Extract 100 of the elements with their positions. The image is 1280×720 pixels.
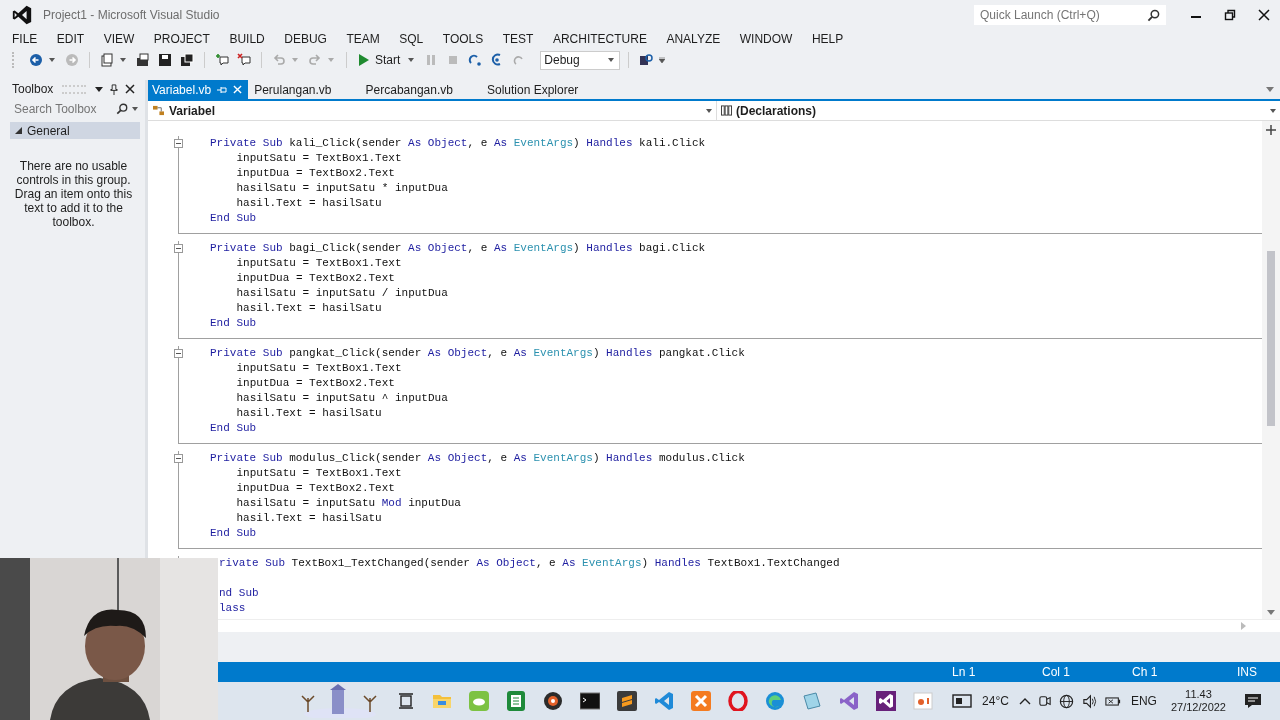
menu-item[interactable]: BUILD	[229, 32, 265, 46]
close-icon[interactable]	[1258, 9, 1270, 21]
dropdown-caret-icon	[608, 58, 615, 62]
back-icon[interactable]	[29, 53, 43, 67]
code-line: End Sub	[210, 422, 257, 434]
document-app-icon[interactable]	[505, 691, 526, 711]
save-all-icon[interactable]	[180, 53, 194, 67]
globe-icon[interactable]	[1058, 693, 1074, 709]
search-icon	[1147, 8, 1160, 22]
dropdown-caret-icon	[1270, 108, 1276, 113]
find-in-files-icon[interactable]	[639, 53, 654, 67]
collapse-icon[interactable]	[174, 454, 183, 463]
chevron-up-icon[interactable]	[1018, 697, 1031, 705]
text-editor-icon[interactable]	[616, 691, 637, 711]
menu-item[interactable]: TEAM	[346, 32, 380, 46]
overflow-caret-icon[interactable]	[659, 57, 666, 63]
step-over-icon[interactable]	[468, 53, 483, 67]
toolbar-grip[interactable]	[12, 52, 17, 68]
char-indicator: Ch 1	[1132, 665, 1159, 679]
weather-temperature[interactable]: 24°C	[982, 694, 1009, 708]
collapse-icon[interactable]	[174, 244, 183, 253]
notification-icon[interactable]	[1244, 693, 1262, 709]
browser-icon[interactable]	[764, 691, 785, 711]
news-widget-icon[interactable]	[952, 693, 973, 709]
tab-overflow-caret-icon[interactable]	[1266, 87, 1274, 92]
new-project-icon[interactable]	[100, 53, 114, 67]
class-icon	[152, 105, 165, 116]
menu-item[interactable]: SQL	[399, 32, 424, 46]
insert-mode-indicator: INS	[1237, 665, 1257, 679]
ring-browser-icon[interactable]	[727, 691, 748, 711]
menu-item[interactable]: ARCHITECTURE	[552, 32, 647, 46]
presentation-app-icon[interactable]	[912, 692, 933, 710]
camera-icon[interactable]	[1038, 694, 1051, 708]
dropdown-caret-icon[interactable]	[95, 86, 103, 92]
code-line: inputDua = TextBox2.Text	[236, 272, 395, 284]
ide-icon[interactable]	[875, 691, 896, 711]
code-line: lass	[219, 602, 246, 614]
save-icon[interactable]	[158, 53, 172, 67]
server-app-icon[interactable]	[690, 691, 711, 711]
collapse-icon[interactable]	[174, 349, 183, 358]
dropdown-caret-icon[interactable]	[120, 58, 126, 62]
expand-arrow-icon	[15, 127, 22, 134]
comment-icon[interactable]	[215, 53, 229, 67]
code-line: hasilSatu = inputSatu ^ inputDua	[236, 392, 448, 404]
document-tab[interactable]: Perulangan.vb	[250, 80, 338, 99]
input-language[interactable]: ENG	[1130, 694, 1157, 708]
members-icon	[721, 105, 732, 116]
code-line: Private Sub bagi_Click(sender As Object, e As EventArgs) Handles bagi.Click	[210, 242, 706, 254]
panel-title: Toolbox	[12, 82, 54, 96]
close-icon[interactable]	[125, 84, 135, 94]
toolbox-group-header[interactable]: General	[10, 122, 140, 139]
dropdown-caret-icon[interactable]	[408, 58, 415, 62]
restore-icon[interactable]	[1224, 9, 1236, 21]
task-view-icon[interactable]	[396, 692, 415, 710]
menu-item[interactable]: VIEW	[103, 32, 135, 46]
folder-icon[interactable]	[431, 692, 452, 710]
notepad-icon[interactable]	[801, 691, 822, 711]
dropdown-caret-icon[interactable]	[49, 58, 55, 62]
menu-item[interactable]: WINDOW	[739, 32, 793, 46]
pin-icon[interactable]	[110, 83, 118, 95]
scroll-down-icon[interactable]	[1267, 610, 1275, 615]
type-dropdown[interactable]: Variabel	[148, 101, 717, 120]
quick-launch-field[interactable]: Quick Launch (Ctrl+Q)	[974, 5, 1166, 25]
document-tab[interactable]: Solution Explorer	[482, 80, 585, 99]
menu-item[interactable]: DEBUG	[284, 32, 327, 46]
code-line: hasil.Text = hasilSatu	[236, 302, 382, 314]
menu-item[interactable]: PROJECT	[153, 32, 210, 46]
speaker-icon[interactable]	[1081, 693, 1097, 709]
split-icon[interactable]	[1266, 125, 1276, 135]
code-line: hasilSatu = inputSatu / inputDua	[236, 287, 448, 299]
document-tab[interactable]: Percabangan.vb	[361, 80, 459, 99]
member-dropdown[interactable]: (Declarations)	[717, 101, 1280, 120]
menu-item[interactable]: TOOLS	[442, 32, 484, 46]
code-line: End Sub	[210, 527, 257, 539]
open-file-icon[interactable]	[136, 53, 150, 67]
configuration-dropdown[interactable]: Debug	[540, 50, 621, 70]
menu-item[interactable]: FILE	[12, 32, 38, 46]
clock-time[interactable]: 11.43	[1185, 688, 1212, 701]
disc-icon[interactable]	[542, 691, 563, 711]
battery-icon[interactable]	[1104, 695, 1121, 707]
code-editor-icon[interactable]	[653, 691, 674, 711]
menu-item[interactable]: ANALYZE	[666, 32, 721, 46]
code-line: End Sub	[210, 317, 257, 329]
clock-date[interactable]: 27/12/2022	[1170, 701, 1226, 714]
panel-grip[interactable]	[62, 84, 86, 94]
line-indicator: Ln 1	[952, 665, 977, 679]
menu-item[interactable]: EDIT	[56, 32, 85, 46]
code-line: inputSatu = TextBox1.Text	[236, 257, 402, 269]
menu-item[interactable]: TEST	[502, 32, 534, 46]
scrollbar-thumb[interactable]	[1267, 251, 1275, 426]
code-line: nd Sub	[219, 587, 259, 599]
menu-item[interactable]: HELP	[811, 32, 844, 46]
collapse-icon[interactable]	[174, 139, 183, 148]
search-field[interactable]: Search Toolbox	[12, 101, 112, 117]
window-title: Project1 - Microsoft Visual Studio	[43, 8, 220, 22]
code-line: hasil.Text = hasilSatu	[236, 512, 382, 524]
uncomment-icon[interactable]	[237, 53, 251, 67]
code-line: Private Sub modulus_Click(sender As Object, e As EventArgs) Handles modulus.Click	[210, 452, 745, 464]
terminal-icon[interactable]	[579, 692, 600, 710]
start-button[interactable]: Start	[355, 51, 405, 69]
